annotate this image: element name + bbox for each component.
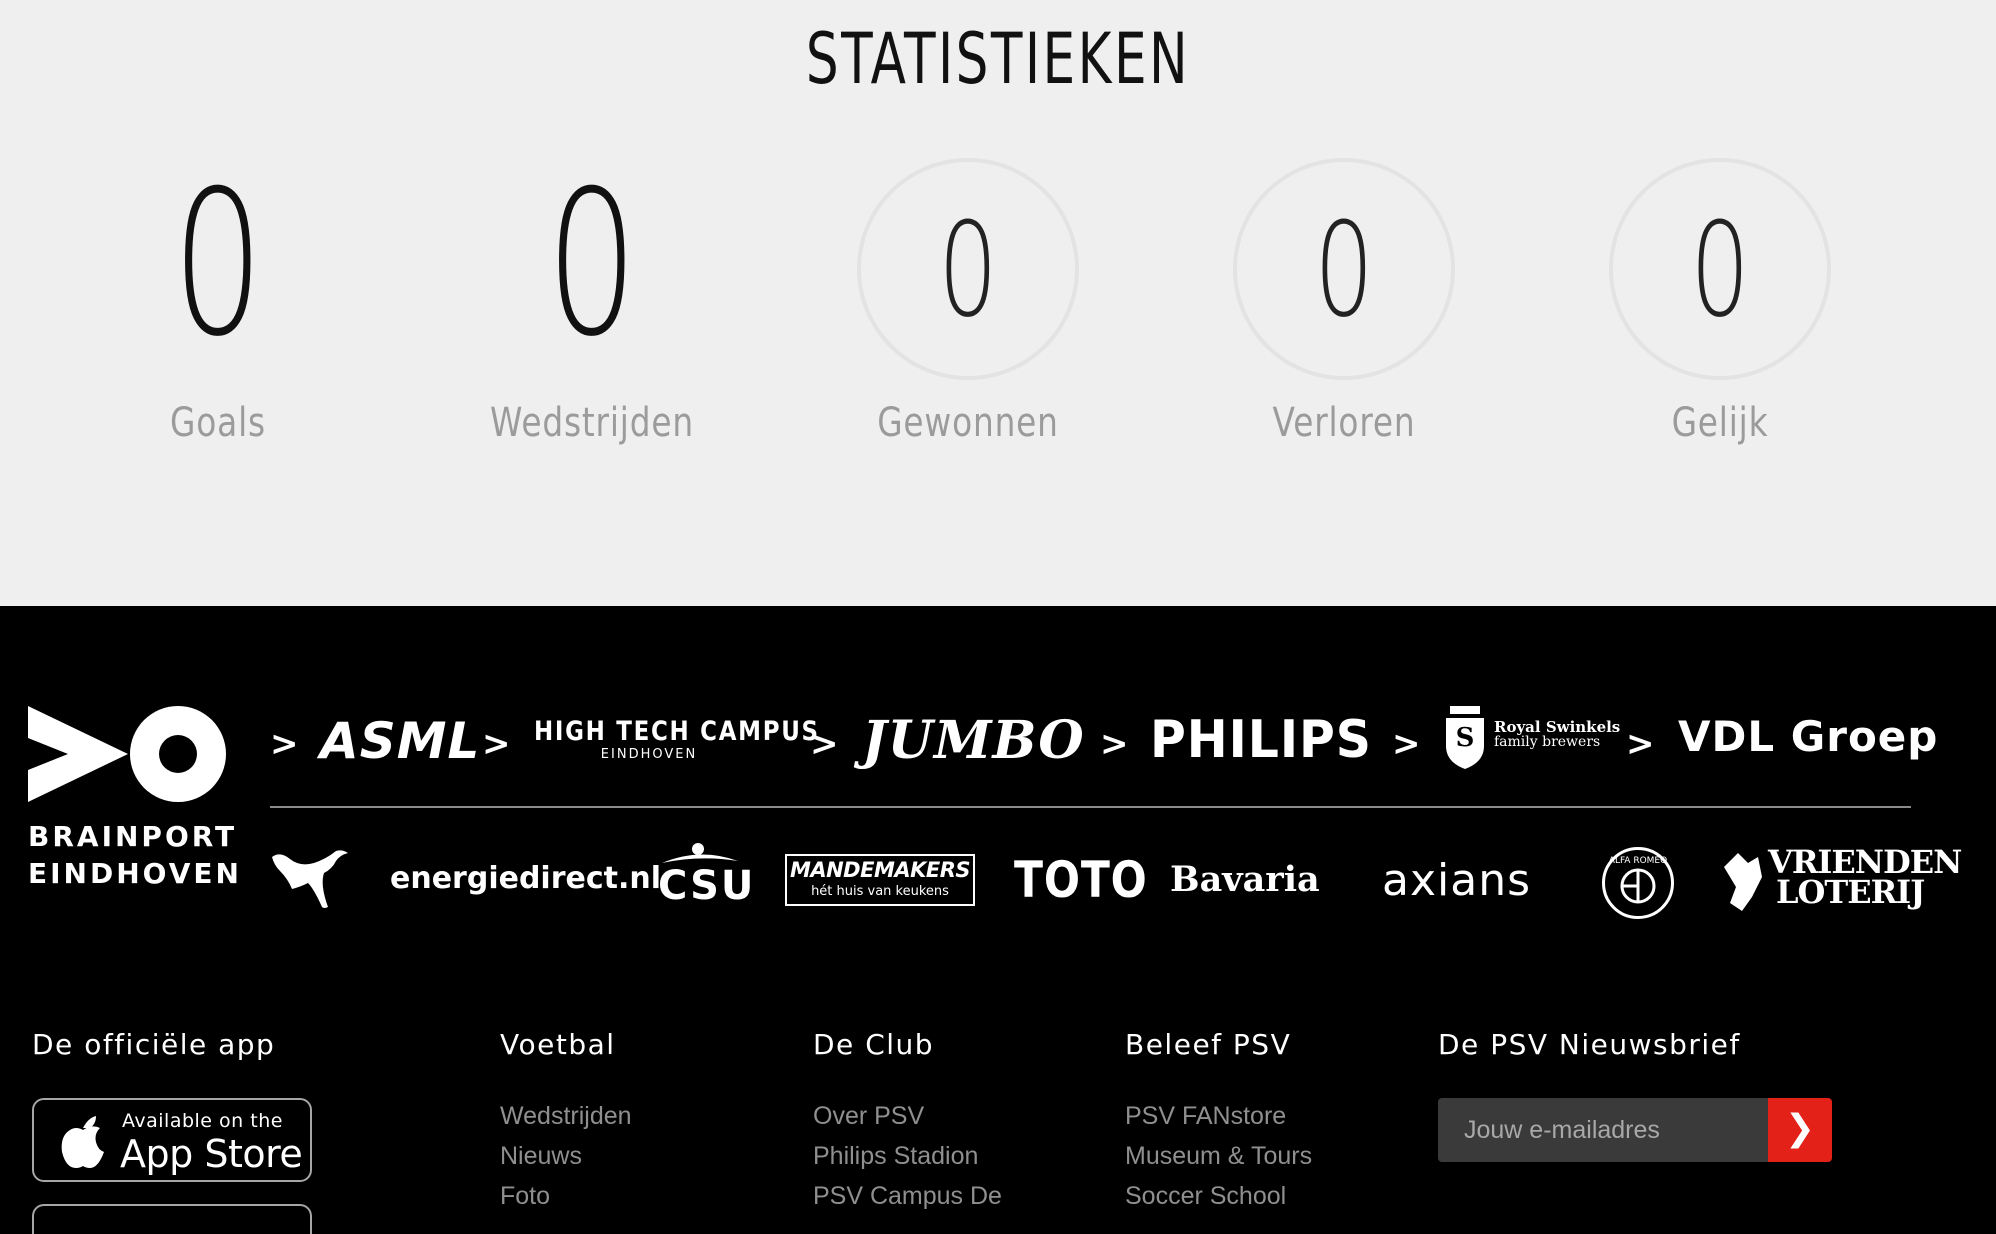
sponsor-row-secondary: energiedirect.nl CSU MANDEMAKERS hét hui… [270,841,1962,921]
stat-goals: 0 Goals [88,150,348,470]
chevron-right-icon: > [810,724,839,764]
stat-gewonnen: 0 Gewonnen [838,150,1098,470]
link-over-psv[interactable]: Over PSV [813,1102,924,1131]
chevron-right-icon: > [270,724,299,764]
statistics-title: STATISTIEKEN [805,18,1191,100]
sponsor-puma[interactable] [270,849,350,916]
sponsor-vriendenloterij[interactable]: VRIENDEN LOTERIJ [1718,841,1962,921]
app-store-available: Available on the [122,1110,283,1132]
swinkels-line2: family brewers [1494,734,1601,750]
beleef-title: Beleef PSV [1125,1028,1292,1061]
sponsor-philips[interactable]: PHILIPS [1150,710,1372,770]
sponsor-energiedirect[interactable]: energiedirect.nl [390,861,661,896]
google-play-button-partial[interactable] [32,1204,312,1234]
stat-gelijk-value: 0 [1690,194,1750,346]
mandemakers-line2: hét huis van keukens [811,884,949,899]
chevron-right-icon: > [1626,724,1655,764]
newsletter-email-input[interactable] [1438,1098,1768,1162]
statistics-section: STATISTIEKEN 0 Goals 0 Wedstrijden 0 Gew… [0,0,1996,606]
swinkels-shield-icon: S [1446,706,1484,769]
brainport-line2: EINDHOVEN [28,857,242,890]
sponsor-row-main: > ASML > HIGH TECH CAMPUS EINDHOVEN > JU… [270,706,1937,776]
app-title: De officiële app [32,1028,276,1061]
link-wedstrijden[interactable]: Wedstrijden [500,1102,632,1131]
vriendenloterij-line2: LOTERIJ [1776,873,1925,911]
app-store-button[interactable]: Available on the App Store [32,1098,312,1182]
puma-cat-icon [272,850,348,908]
sponsor-jumbo[interactable]: JUMBO [862,710,1085,771]
htc-line2: EINDHOVEN [600,747,698,762]
stat-goals-value: 0 [172,148,264,381]
brainport-mark-icon [28,706,226,802]
csu-text: CSU [658,863,756,909]
svg-text:S: S [1456,723,1475,753]
sponsor-divider [270,806,1911,808]
brainport-eindhoven-logo[interactable]: BRAINPORT EINDHOVEN [28,706,242,906]
link-philips-stadion[interactable]: Philips Stadion [813,1142,978,1171]
chevron-right-icon: > [482,724,511,764]
footer: BRAINPORT EINDHOVEN > ASML > HIGH TECH C… [0,606,1996,1234]
link-museum-tours[interactable]: Museum & Tours [1125,1142,1312,1171]
sponsor-axians[interactable]: axians [1382,855,1531,906]
brainport-line1: BRAINPORT [28,820,238,853]
sponsor-alfa-romeo[interactable]: ALFA ROMEO [1602,847,1674,919]
link-soccer-school[interactable]: Soccer School [1125,1182,1286,1211]
stat-verloren: 0 Verloren [1214,150,1474,470]
sponsor-asml[interactable]: ASML [320,712,480,770]
stat-gelijk-label: Gelijk [1671,400,1769,446]
stat-wedstrijden: 0 Wedstrijden [462,150,722,470]
stat-gewonnen-label: Gewonnen [877,400,1059,446]
stat-verloren-label: Verloren [1272,400,1416,446]
chevron-right-icon: > [1100,724,1129,764]
club-title: De Club [813,1028,935,1061]
chevron-right-icon: > [1392,724,1421,764]
brainport-text: BRAINPORT EINDHOVEN [28,818,242,892]
stat-gelijk: 0 Gelijk [1590,150,1850,470]
voetbal-title: Voetbal [500,1028,616,1061]
newsletter-form: ❯ [1438,1098,1832,1162]
htc-line1: HIGH TECH CAMPUS [534,716,820,747]
sponsor-toto[interactable]: TOTO [1014,851,1148,909]
stat-wedstrijden-label: Wedstrijden [489,400,694,446]
sponsor-mandemakers[interactable]: MANDEMAKERS hét huis van keukens [785,854,975,906]
alfa-romeo-badge-icon [1620,868,1656,904]
newsletter-submit-button[interactable]: ❯ [1768,1098,1832,1162]
link-psv-fanstore[interactable]: PSV FANstore [1125,1102,1286,1131]
link-psv-campus[interactable]: PSV Campus De [813,1182,1002,1211]
stat-goals-label: Goals [170,400,266,446]
apple-icon [61,1116,104,1168]
app-store-label: App Store [120,1132,303,1176]
stat-gewonnen-value: 0 [938,194,998,346]
stat-verloren-value: 0 [1314,194,1374,346]
sponsor-vdl-groep[interactable]: VDL Groep [1678,712,1938,761]
mandemakers-line1: MANDEMAKERS [789,858,971,882]
newsletter-title: De PSV Nieuwsbrief [1438,1028,1741,1061]
link-foto[interactable]: Foto [500,1182,550,1211]
vriendenloterij-figure-icon [1724,853,1762,911]
sponsor-bavaria[interactable]: Bavaria [1170,859,1320,900]
link-nieuws[interactable]: Nieuws [500,1142,582,1171]
stat-wedstrijden-value: 0 [546,148,638,381]
